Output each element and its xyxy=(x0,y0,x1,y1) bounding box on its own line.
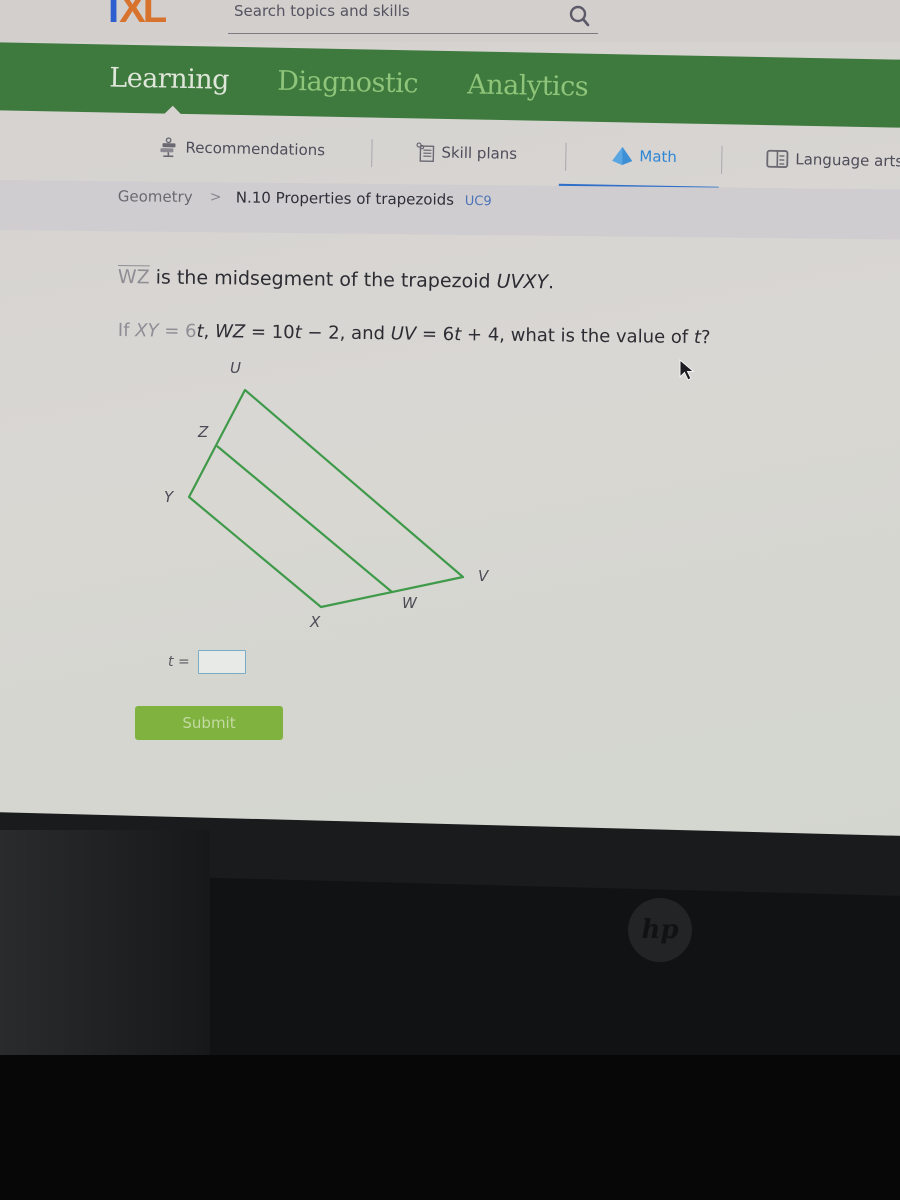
breadcrumb-separator: > xyxy=(209,189,222,206)
subnav-divider xyxy=(371,139,373,168)
statement-text: is the midsegment of the trapezoid xyxy=(149,266,497,293)
trapezoid-diagram xyxy=(187,388,465,609)
top-bar: I XL xyxy=(0,0,900,42)
hp-logo: hp xyxy=(628,898,692,962)
xy-eq: = 6 xyxy=(158,320,197,342)
sep: , xyxy=(203,321,216,343)
vertex-v: V xyxy=(478,567,489,585)
xy-label: XY xyxy=(135,320,159,342)
subnav-math-label: Math xyxy=(639,147,678,167)
logo-xl: XL xyxy=(119,0,167,31)
trapezoid-uvxy xyxy=(187,388,465,609)
laptop-screen: IXL Learning Diagnostic Analytics Recomm… xyxy=(0,0,900,850)
laptop-bezel-lower xyxy=(0,1055,900,1200)
midsegment-wz xyxy=(216,445,393,593)
subnav-skill-plans[interactable]: Skill plans xyxy=(415,142,517,164)
wz-eq: = 10 xyxy=(245,321,295,344)
vertex-u: U xyxy=(230,359,241,377)
vertex-w: W xyxy=(402,594,417,612)
breadcrumb: Geometry > N.10 Properties of trapezoids… xyxy=(0,180,900,240)
vertex-z: Z xyxy=(198,423,209,441)
subnav-language-arts[interactable]: Language arts xyxy=(765,149,900,172)
statement-end: . xyxy=(547,271,555,294)
nav-learning[interactable]: Learning xyxy=(109,62,229,95)
prompt-prefix: If xyxy=(117,320,136,342)
answer-row: t = xyxy=(168,650,246,674)
submit-button[interactable]: Submit xyxy=(135,706,283,740)
uv-eq: = 6 xyxy=(416,323,455,346)
wz-label: WZ xyxy=(214,321,246,343)
skill-code: UC9 xyxy=(464,193,492,210)
mouse-pointer-icon xyxy=(679,358,695,381)
main-nav: Learning Diagnostic Analytics xyxy=(0,42,900,129)
uv-tail: + 4, what is the value of xyxy=(461,324,695,349)
subnav-recommendations-label: Recommendations xyxy=(185,138,326,160)
wz-tail: − 2, and xyxy=(301,322,391,345)
bezel-reflection xyxy=(0,830,210,1060)
subnav-recommendations[interactable]: Recommendations xyxy=(157,137,325,160)
segment-wz: WZ xyxy=(117,266,150,289)
active-nav-caret xyxy=(163,105,182,115)
subnav-skill-plans-label: Skill plans xyxy=(441,143,518,163)
search-box xyxy=(228,0,598,34)
signpost-icon xyxy=(160,137,176,158)
logo-i: I xyxy=(108,0,120,31)
vertex-x: X xyxy=(310,613,321,631)
subnav-divider xyxy=(721,145,723,174)
nav-analytics[interactable]: Analytics xyxy=(467,69,588,102)
breadcrumb-subject[interactable]: Geometry xyxy=(118,187,193,206)
book-icon xyxy=(766,149,789,168)
subnav-divider xyxy=(565,142,567,171)
subnav-language-arts-label: Language arts xyxy=(795,150,900,171)
vertex-y: Y xyxy=(164,488,174,506)
subnav-math[interactable]: Math xyxy=(611,146,677,167)
search-icon[interactable] xyxy=(568,4,590,28)
nav-diagnostic[interactable]: Diagnostic xyxy=(277,66,418,100)
breadcrumb-skill: N.10 Properties of trapezoids xyxy=(235,188,455,209)
question-statement: WZ is the midsegment of the trapezoid UV… xyxy=(118,266,555,293)
search-input[interactable] xyxy=(234,0,554,22)
question-prompt: If XY = 6t, WZ = 10t − 2, and UV = 6t + … xyxy=(118,320,711,348)
prompt-end: ? xyxy=(700,327,711,349)
checklist-icon xyxy=(416,142,435,163)
pyramid-icon xyxy=(612,146,633,165)
trapezoid-name: UVXY xyxy=(496,270,549,294)
uv-label: UV xyxy=(390,323,417,345)
answer-label: t = xyxy=(168,654,190,670)
ixl-logo[interactable]: I XL xyxy=(108,0,167,31)
answer-input[interactable] xyxy=(197,650,246,674)
trapezoid-figure: U Z Y X W V xyxy=(150,355,530,645)
